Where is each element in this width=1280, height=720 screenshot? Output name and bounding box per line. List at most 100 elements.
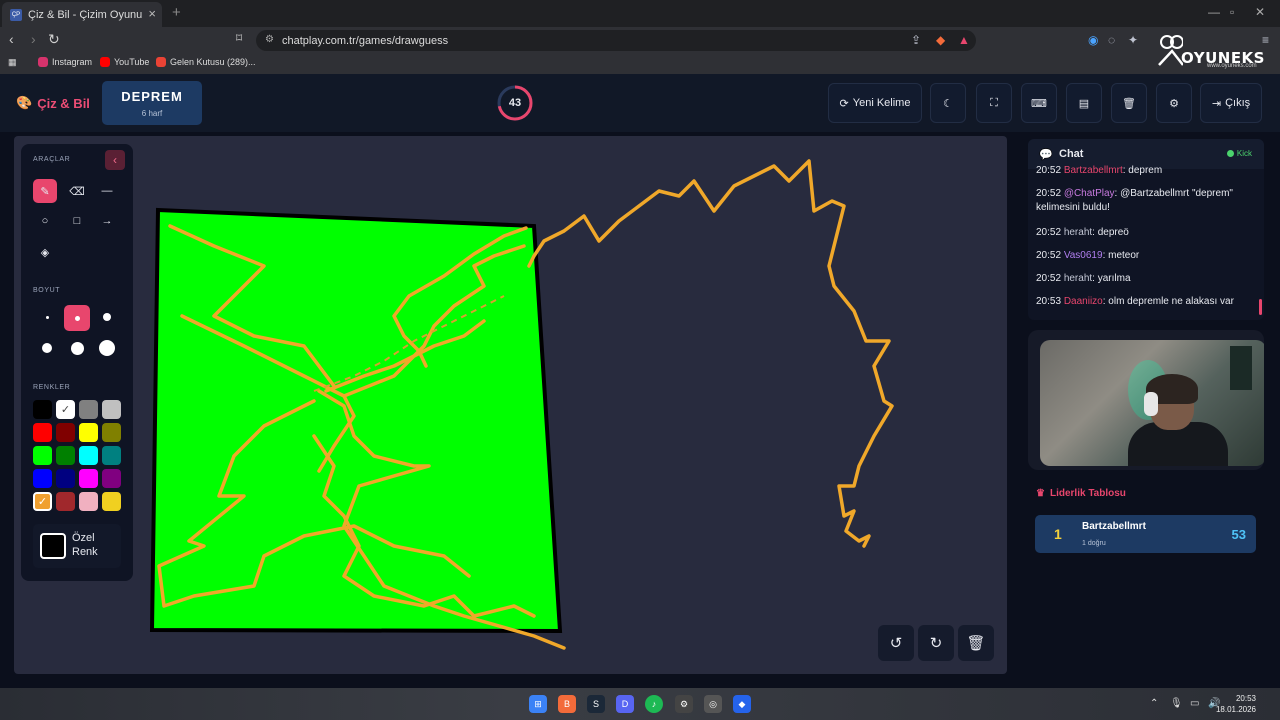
archive-button[interactable]: ▤ <box>1066 83 1102 123</box>
color-swatch[interactable] <box>79 423 98 442</box>
minimize-icon[interactable]: — <box>1208 5 1220 19</box>
color-swatch[interactable] <box>33 423 52 442</box>
brave-rewards-icon[interactable]: ▲ <box>958 33 970 47</box>
size-2[interactable] <box>64 305 90 331</box>
line-icon: — <box>101 185 113 197</box>
size-6[interactable] <box>95 336 119 360</box>
settings-app-icon[interactable]: ⚙ <box>675 695 693 713</box>
bookmark-label: Gelen Kutusu (289)... <box>170 57 256 67</box>
brush-icon: ✎ <box>40 185 50 198</box>
color-swatch[interactable] <box>102 400 121 419</box>
wallet-icon[interactable]: ◉ <box>1088 33 1098 47</box>
steam-icon[interactable]: S <box>587 695 605 713</box>
brave-shield-icon[interactable]: ◆ <box>936 33 945 47</box>
app-icon[interactable]: ◆ <box>733 695 751 713</box>
discord-icon[interactable]: D <box>616 695 634 713</box>
bookmarks-bar: ▦ Instagram YouTube Gelen Kutusu (289)..… <box>0 53 1280 74</box>
color-swatch[interactable] <box>33 446 52 465</box>
color-swatch[interactable] <box>102 423 121 442</box>
color-swatch[interactable] <box>56 492 75 511</box>
fullscreen-button[interactable]: ⛶ <box>976 83 1012 123</box>
new-word-button[interactable]: ⟳ Yeni Kelime <box>828 83 922 123</box>
custom-color-button[interactable]: Özel Renk <box>33 524 121 568</box>
color-swatch[interactable] <box>56 469 75 488</box>
share-icon[interactable]: ⇪ <box>911 33 921 47</box>
obs-icon[interactable]: ◎ <box>704 695 722 713</box>
palette-icon: 🎨 <box>16 95 33 110</box>
size-dot <box>74 315 80 321</box>
chat-scrollbar[interactable] <box>1259 299 1262 315</box>
color-swatch[interactable] <box>33 469 52 488</box>
undo-button[interactable]: ↺ <box>878 625 914 661</box>
network-icon[interactable]: ▭ <box>1190 698 1199 709</box>
settings-button[interactable]: ⚙ <box>1156 83 1192 123</box>
reload-icon[interactable]: ↻ <box>48 31 60 48</box>
color-swatch[interactable]: ✓ <box>33 492 52 511</box>
puzzle-icon[interactable]: ✦ <box>1128 33 1138 47</box>
spotify-icon[interactable]: ♪ <box>645 695 663 713</box>
size-5[interactable] <box>65 336 89 360</box>
size-3[interactable] <box>95 305 119 329</box>
exit-label: Çıkış <box>1225 97 1251 109</box>
address-bar[interactable]: ⚙ chatplay.com.tr/games/drawguess <box>256 30 976 51</box>
circle-icon: ○ <box>41 215 49 227</box>
color-swatch[interactable] <box>33 400 52 419</box>
bookmark-instagram[interactable]: Instagram <box>38 57 92 67</box>
clear-canvas-button[interactable]: 🗑 <box>958 625 994 661</box>
clock-date: 18.01.2026 <box>1215 705 1256 714</box>
green-square-shape <box>149 207 563 634</box>
color-swatch[interactable] <box>102 492 121 511</box>
color-swatch[interactable] <box>79 400 98 419</box>
tray-chevron-icon[interactable]: ⌃ <box>1150 698 1158 709</box>
trash-header-button[interactable]: 🗑 <box>1111 83 1147 123</box>
app-header: 🎨 Çiz & Bil DEPREM 6 harf 43 ⟳ Yeni Keli… <box>0 74 1280 132</box>
forward-icon[interactable]: › <box>31 31 36 47</box>
size-dot <box>103 313 111 321</box>
close-window-icon[interactable]: ✕ <box>1255 5 1265 19</box>
back-icon[interactable]: ‹ <box>9 31 14 47</box>
overlay-site: www.oyuneks.com <box>1207 63 1257 69</box>
close-tab-icon[interactable]: × <box>148 6 156 21</box>
color-swatch[interactable] <box>79 446 98 465</box>
bookmark-gmail[interactable]: Gelen Kutusu (289)... <box>156 57 256 67</box>
bookmark-youtube[interactable]: YouTube <box>100 57 149 67</box>
new-tab-icon[interactable]: + <box>172 4 181 21</box>
extension-icon[interactable]: ◌ <box>1108 33 1115 47</box>
brush-tool[interactable]: ✎ <box>33 179 57 203</box>
color-swatch[interactable] <box>79 469 98 488</box>
collapse-panel-button[interactable]: ‹ <box>105 150 125 170</box>
bookmark-icon[interactable]: ⌑ <box>236 31 242 45</box>
line-tool[interactable]: — <box>95 179 119 203</box>
exit-button[interactable]: ⇥ Çıkış <box>1200 83 1262 123</box>
url-text: chatplay.com.tr/games/drawguess <box>282 34 449 47</box>
mic-icon[interactable]: 🎙 <box>1170 698 1183 709</box>
rectangle-tool[interactable]: □ <box>65 209 89 233</box>
browser-tab[interactable]: ÇP Çiz & Bil - Çizim Oyunu × <box>2 2 162 27</box>
app-logo[interactable]: 🎨 Çiz & Bil <box>16 95 90 111</box>
apps-icon[interactable]: ▦ <box>8 57 17 68</box>
drawing-canvas[interactable] <box>14 136 1007 674</box>
color-swatch[interactable]: ✓ <box>56 400 75 419</box>
arrow-tool[interactable]: → <box>95 209 119 233</box>
site-info-icon[interactable]: ⚙ <box>265 34 274 45</box>
color-swatch[interactable] <box>102 469 121 488</box>
circle-tool[interactable]: ○ <box>33 209 57 233</box>
fullscreen-icon: ⛶ <box>990 96 998 109</box>
color-swatch[interactable] <box>56 446 75 465</box>
maximize-icon[interactable]: ▫ <box>1230 5 1234 19</box>
fill-tool[interactable]: ◈ <box>33 240 57 264</box>
color-swatch[interactable] <box>102 446 121 465</box>
theme-toggle-button[interactable]: ☾ <box>930 83 966 123</box>
youtube-icon <box>100 57 110 67</box>
system-clock[interactable]: 20:53 18.01.2026 <box>1216 693 1256 715</box>
brave-icon[interactable]: B <box>558 695 576 713</box>
windows-start-icon[interactable]: ⊞ <box>529 695 547 713</box>
color-swatch[interactable] <box>79 492 98 511</box>
redo-button[interactable]: ↻ <box>918 625 954 661</box>
size-4[interactable] <box>35 336 59 360</box>
chat-bubble-icon: 💬 <box>1039 149 1053 161</box>
color-swatch[interactable] <box>56 423 75 442</box>
size-1[interactable] <box>35 305 59 329</box>
keyboard-button[interactable]: ⌨ <box>1021 83 1057 123</box>
eraser-tool[interactable]: ⌫ <box>65 179 89 203</box>
